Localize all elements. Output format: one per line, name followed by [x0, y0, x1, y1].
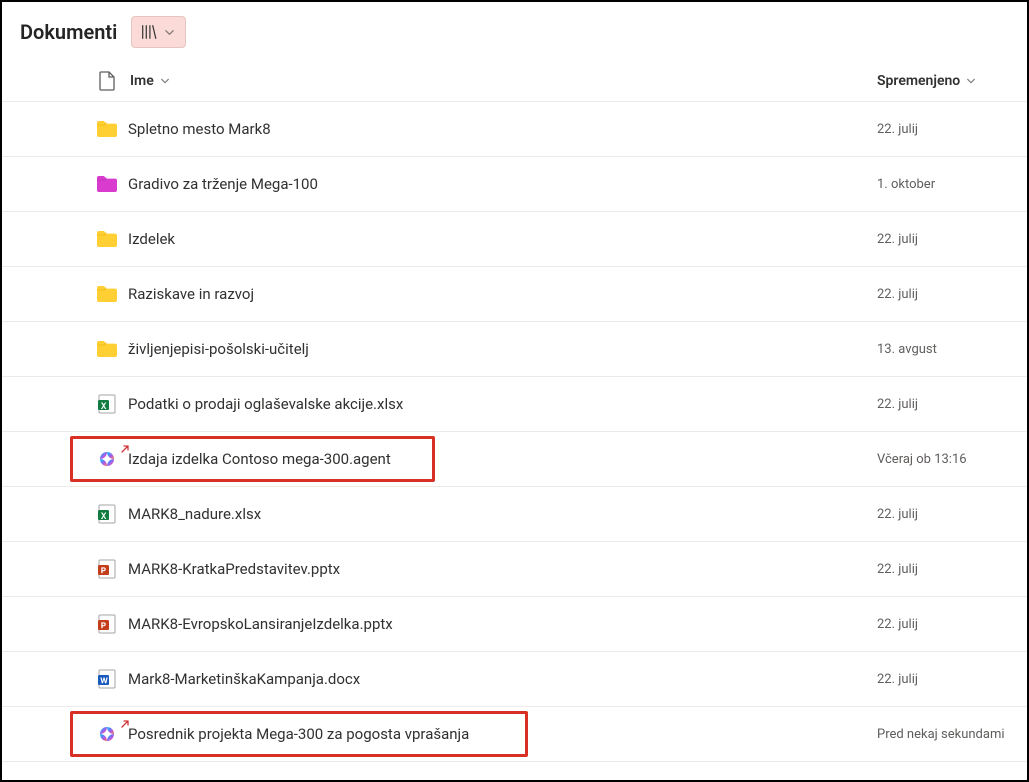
column-header-modified[interactable]: Spremenjeno: [877, 73, 1027, 89]
file-name[interactable]: Posrednik projekta Mega-300 za pogosta v…: [128, 725, 877, 743]
copilot-icon: [97, 724, 117, 744]
file-type-icon: [86, 669, 128, 689]
file-modified: Pred nekaj sekundami: [877, 727, 1027, 742]
file-list: Spletno mesto Mark822. julij Gradivo za …: [2, 102, 1027, 762]
word-file-icon: [98, 669, 116, 689]
file-modified: 22. julij: [877, 672, 1027, 687]
list-item[interactable]: Gradivo za trženje Mega-1001. oktober: [2, 157, 1027, 212]
file-name[interactable]: Gradivo za trženje Mega-100: [128, 175, 877, 193]
file-modified: 22. julij: [877, 397, 1027, 412]
file-name[interactable]: Izdaja izdelka Contoso mega-300.agent: [128, 450, 877, 468]
file-type-icon: [86, 504, 128, 524]
file-modified: Včeraj ob 13:16: [877, 452, 1027, 467]
file-name[interactable]: življenjepisi-pošolski-učitelj: [128, 340, 877, 358]
list-item[interactable]: MARK8-KratkaPredstavitev.pptx22. julij: [2, 542, 1027, 597]
column-header-file-type[interactable]: [86, 71, 128, 91]
folder-icon: [96, 230, 118, 248]
file-type-icon: [86, 394, 128, 414]
folder-icon: [96, 120, 118, 138]
file-modified: 22. julij: [877, 562, 1027, 577]
powerpoint-file-icon: [98, 559, 116, 579]
folder-icon: [96, 340, 118, 358]
file-name[interactable]: MARK8-EvropskoLansiranjeIzdelka.pptx: [128, 615, 877, 633]
file-name[interactable]: Izdelek: [128, 230, 877, 248]
file-modified: 13. avgust: [877, 342, 1027, 357]
file-modified: 22. julij: [877, 287, 1027, 302]
file-type-icon: [86, 230, 128, 248]
powerpoint-file-icon: [98, 614, 116, 634]
file-name[interactable]: MARK8_nadure.xlsx: [128, 505, 877, 523]
folder-icon: [96, 285, 118, 303]
list-item[interactable]: Spletno mesto Mark822. julij: [2, 102, 1027, 157]
file-type-icon: [86, 614, 128, 634]
copilot-icon: [97, 449, 117, 469]
file-type-icon: [86, 340, 128, 358]
file-name[interactable]: Mark8-MarketinškaKampanja.docx: [128, 670, 877, 688]
file-type-icon: [86, 285, 128, 303]
file-modified: 1. oktober: [877, 177, 1027, 192]
list-item[interactable]: življenjepisi-pošolski-učitelj13. avgust: [2, 322, 1027, 377]
list-item[interactable]: Podatki o prodaji oglaševalske akcije.xl…: [2, 377, 1027, 432]
list-item[interactable]: Mark8-MarketinškaKampanja.docx22. julij: [2, 652, 1027, 707]
column-header-modified-label: Spremenjeno: [877, 73, 960, 89]
column-header-name[interactable]: Ime: [128, 73, 877, 89]
list-item[interactable]: Posrednik projekta Mega-300 za pogosta v…: [2, 707, 1027, 762]
view-switch-button[interactable]: [131, 16, 186, 48]
file-icon: [99, 71, 116, 91]
excel-file-icon: [98, 504, 116, 524]
file-name[interactable]: Raziskave in razvoj: [128, 285, 877, 303]
file-type-icon: [86, 559, 128, 579]
file-modified: 22. julij: [877, 122, 1027, 137]
file-modified: 22. julij: [877, 617, 1027, 632]
file-modified: 22. julij: [877, 507, 1027, 522]
list-item[interactable]: Izdaja izdelka Contoso mega-300.agent Vč…: [2, 432, 1027, 487]
library-title: Dokumenti: [20, 20, 117, 44]
file-name[interactable]: Spletno mesto Mark8: [128, 120, 877, 138]
shared-arrow-icon: [120, 718, 132, 730]
list-item[interactable]: MARK8_nadure.xlsx22. julij: [2, 487, 1027, 542]
chevron-down-icon: [160, 76, 170, 86]
file-type-icon: [86, 120, 128, 138]
list-item[interactable]: Izdelek22. julij: [2, 212, 1027, 267]
chevron-down-icon: [966, 76, 976, 86]
shared-indicator: [120, 443, 132, 455]
list-item[interactable]: MARK8-EvropskoLansiranjeIzdelka.pptx22. …: [2, 597, 1027, 652]
file-modified: 22. julij: [877, 232, 1027, 247]
column-header-row: Ime Spremenjeno: [2, 60, 1027, 102]
chevron-down-icon: [164, 27, 175, 38]
shared-arrow-icon: [120, 443, 132, 455]
library-icon: [140, 23, 158, 41]
file-name[interactable]: MARK8-KratkaPredstavitev.pptx: [128, 560, 877, 578]
column-header-name-label: Ime: [130, 73, 154, 89]
file-name[interactable]: Podatki o prodaji oglaševalske akcije.xl…: [128, 395, 877, 413]
library-header: Dokumenti: [2, 2, 1027, 60]
shared-indicator: [120, 718, 132, 730]
folder-icon: [96, 175, 118, 193]
file-type-icon: [86, 175, 128, 193]
list-item[interactable]: Raziskave in razvoj22. julij: [2, 267, 1027, 322]
excel-file-icon: [98, 394, 116, 414]
